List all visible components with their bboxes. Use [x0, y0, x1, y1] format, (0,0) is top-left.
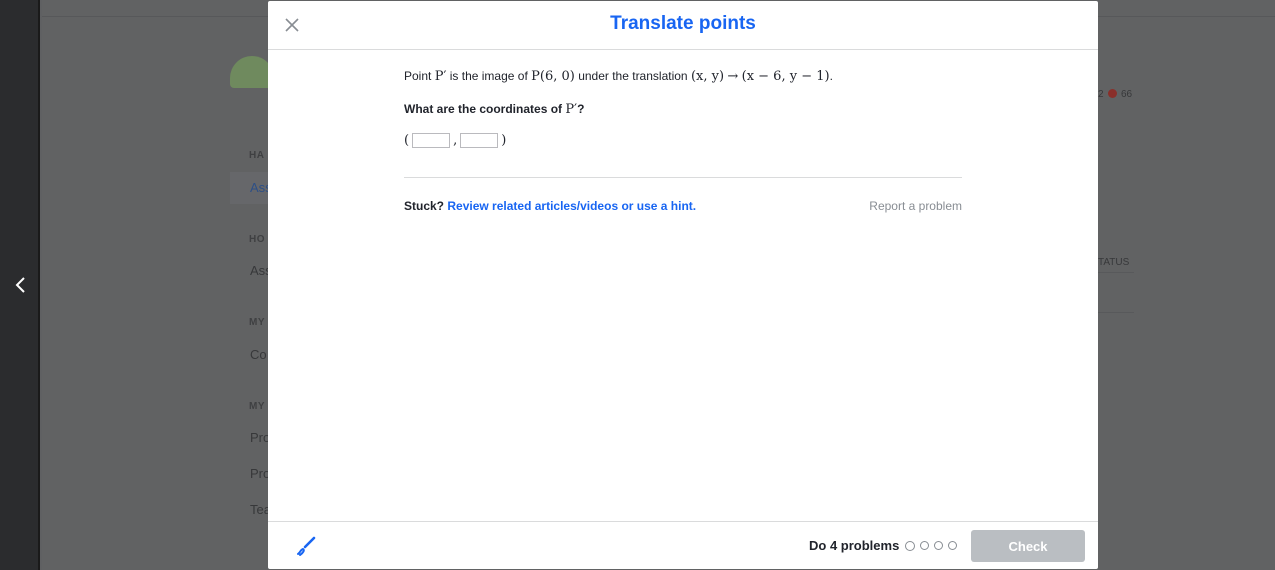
progress-dot [934, 541, 943, 550]
modal-footer: Do 4 problems Check [268, 521, 1098, 569]
modal-title: Translate points [610, 13, 756, 34]
question-mid: is the image of [449, 69, 528, 83]
exercise-modal: Translate points Point P′ is the image o… [268, 1, 1098, 569]
energy-icon [1108, 89, 1117, 98]
point-prime: P′ [434, 69, 447, 84]
report-problem-link[interactable]: Report a problem [869, 199, 962, 213]
question-end: . [829, 69, 833, 83]
question-prefix: Point [404, 69, 432, 83]
divider [404, 177, 962, 178]
background-divider [1098, 272, 1134, 273]
stuck-label: Stuck? [404, 199, 445, 213]
background-stats: 2 [1098, 89, 1104, 100]
answer-comma: , [453, 133, 458, 148]
map-to: (x − 6, y − 1) [741, 69, 830, 84]
back-chevron-icon[interactable] [9, 272, 31, 298]
map-from: (x, y) [690, 69, 725, 84]
prompt-prefix: What are the coordinates of [404, 102, 563, 116]
answer-close-paren: ) [501, 133, 507, 148]
question-area: Point P′ is the image of P(6, 0) under t… [404, 67, 962, 213]
left-rail [0, 0, 40, 570]
help-row: Stuck? Review related articles/videos or… [404, 199, 962, 213]
progress-dot [948, 541, 957, 550]
modal-header: Translate points [268, 1, 1098, 50]
answer-y-input[interactable] [460, 133, 499, 148]
background-status-header: TATUS [1098, 257, 1130, 268]
answer-open-paren: ( [404, 133, 410, 148]
background-energy: 66 [1121, 89, 1133, 100]
background-section-label: HO [249, 234, 265, 245]
background-divider [1098, 312, 1134, 313]
hint-link[interactable]: Review related articles/videos or use a … [447, 199, 696, 213]
prompt-text: What are the coordinates of P′? [404, 102, 962, 117]
background-section-label: MY [249, 401, 265, 412]
question-under: under the translation [578, 69, 688, 83]
progress-dots [905, 541, 957, 551]
progress-dot [920, 541, 929, 550]
progress-dot [905, 541, 915, 551]
answer-row: ( , ) [404, 133, 962, 148]
background-section-label: HA [249, 150, 265, 161]
do-problems-label: Do 4 problems [809, 538, 900, 553]
background-item: Co [250, 347, 267, 362]
prompt-point: P′ [565, 102, 578, 117]
scratchpad-pencil-icon[interactable] [294, 534, 318, 558]
point-p: P(6, 0) [531, 69, 575, 84]
answer-x-input[interactable] [412, 133, 451, 148]
check-button[interactable]: Check [971, 530, 1085, 562]
question-text: Point P′ is the image of P(6, 0) under t… [404, 67, 962, 86]
prompt-suffix: ? [577, 102, 585, 116]
background-section-label: MY [249, 317, 265, 328]
map-arrow: → [727, 69, 739, 84]
